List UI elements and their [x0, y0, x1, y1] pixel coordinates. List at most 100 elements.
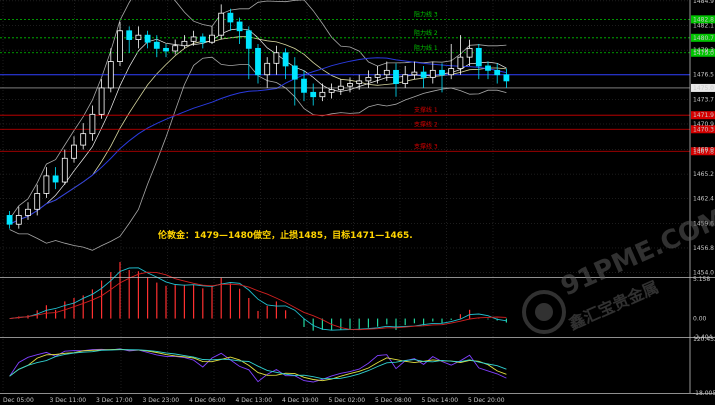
- trade-annotation: 伦敦金：1479—1480做空，止损1485，目标1471—1465.: [158, 229, 413, 241]
- candle: [80, 123, 87, 150]
- candle-body: [71, 144, 77, 159]
- y-tick-label: 1473.7: [693, 96, 714, 103]
- candle: [135, 26, 142, 49]
- candle-body: [503, 74, 510, 82]
- candle-body: [227, 12, 234, 23]
- candle-body: [245, 30, 252, 49]
- x-tick-label: 3 Dec 23:00: [143, 397, 180, 404]
- stoch-j-line: [9, 349, 507, 380]
- candle: [218, 4, 225, 40]
- y-tick-label: 1484.9: [693, 0, 714, 5]
- candle-body: [301, 78, 307, 93]
- candle-body: [43, 175, 50, 194]
- candle: [172, 39, 179, 55]
- grid: [0, 0, 690, 393]
- stochastic-indicator: [9, 348, 507, 383]
- candle-body: [457, 56, 464, 69]
- candle: [448, 43, 455, 80]
- x-tick-label: 4 Dec 13:00: [236, 397, 273, 404]
- level-price-label: 1480.7: [693, 35, 714, 42]
- x-tick-label: 4 Dec 06:00: [189, 397, 226, 404]
- candle-body: [218, 12, 225, 36]
- candle-body: [402, 74, 409, 84]
- candle-body: [117, 30, 123, 62]
- candle: [494, 63, 501, 84]
- candle: [126, 26, 133, 53]
- candle: [420, 65, 427, 88]
- x-tick-label: Dec 05:00: [3, 397, 34, 404]
- watermark-logo-dot-icon: [535, 303, 553, 321]
- candle: [117, 21, 123, 66]
- candle: [485, 61, 491, 80]
- candle-body: [80, 133, 87, 146]
- candle-body: [319, 91, 326, 98]
- x-tick-label: 4 Dec 19:00: [282, 397, 319, 404]
- candle-body: [374, 74, 381, 78]
- candle-body: [199, 36, 206, 43]
- candle-body: [429, 69, 436, 78]
- candle: [264, 57, 271, 88]
- stoch-y-tick-label: 120.432: [693, 336, 715, 343]
- x-tick-label: 5 Dec 20:00: [468, 397, 505, 404]
- y-tick-label: 1482.1: [693, 23, 714, 30]
- macd-signal-line: [9, 271, 507, 331]
- candle-body: [494, 69, 501, 76]
- candle-body: [190, 36, 197, 42]
- candle-body: [466, 47, 473, 58]
- candle-body: [25, 208, 31, 216]
- candle-body: [15, 215, 22, 225]
- macd-y-tick-label: 0.00: [693, 316, 707, 323]
- candle: [209, 26, 215, 44]
- last-price-label: 1475.0: [693, 85, 714, 92]
- candle-body: [135, 34, 142, 40]
- candle-body: [448, 68, 455, 76]
- candle-body: [365, 76, 372, 82]
- level-label: 支撑线 1: [414, 106, 438, 114]
- x-tick-label: 3 Dec 17:00: [96, 397, 133, 404]
- y-tick-label: 1479.3: [693, 47, 714, 54]
- price-chart: 阻力线 31482.8阻力线 21480.7阻力线 11479.0支撑线 114…: [0, 0, 715, 404]
- candle-body: [420, 71, 427, 78]
- x-tick-label: 3 Dec 11:00: [50, 397, 87, 404]
- candle: [475, 43, 482, 80]
- candle: [15, 206, 22, 229]
- candle-body: [328, 89, 335, 93]
- candle-body: [153, 41, 160, 49]
- candle-body: [89, 113, 96, 135]
- candle: [337, 79, 344, 95]
- level-label: 阻力线 1: [414, 44, 438, 52]
- candle: [190, 30, 197, 46]
- candle: [255, 43, 261, 84]
- candle-body: [163, 47, 169, 52]
- y-tick-label: 1462.4: [693, 196, 714, 203]
- candle: [503, 68, 510, 88]
- chart-window: 阻力线 3 1482.8 阻力线 2 1480.7 阻力线 1 1479.0 支撑线 1 14…: [0, 0, 715, 405]
- watermark: 91PME.COM 鑫汇宝贵金属: [522, 203, 715, 334]
- candle-body: [291, 65, 298, 80]
- candle-body: [411, 71, 418, 76]
- candle-body: [282, 52, 289, 67]
- candle-body: [264, 62, 271, 76]
- candle-body: [337, 85, 344, 91]
- y-tick-label: 1456.8: [693, 245, 714, 252]
- candle-body: [209, 34, 215, 43]
- candle: [273, 45, 280, 75]
- candle-body: [144, 34, 151, 43]
- candle: [153, 35, 160, 58]
- candle-body: [383, 69, 390, 76]
- candle-body: [6, 215, 13, 225]
- x-tick-label: 5 Dec 02:00: [329, 397, 366, 404]
- candle-body: [310, 91, 317, 98]
- candle: [98, 79, 105, 119]
- candle: [199, 33, 206, 49]
- candle: [181, 35, 188, 49]
- candle-body: [52, 175, 59, 183]
- candle: [365, 70, 372, 88]
- candle-body: [172, 45, 179, 52]
- candle-body: [61, 157, 68, 183]
- candle-body: [439, 69, 445, 76]
- stoch-y-tick-label: -18.005: [693, 390, 715, 397]
- stoch-k-line: [9, 348, 507, 383]
- candle: [52, 167, 59, 190]
- level-label: 支撑线 3: [414, 142, 438, 150]
